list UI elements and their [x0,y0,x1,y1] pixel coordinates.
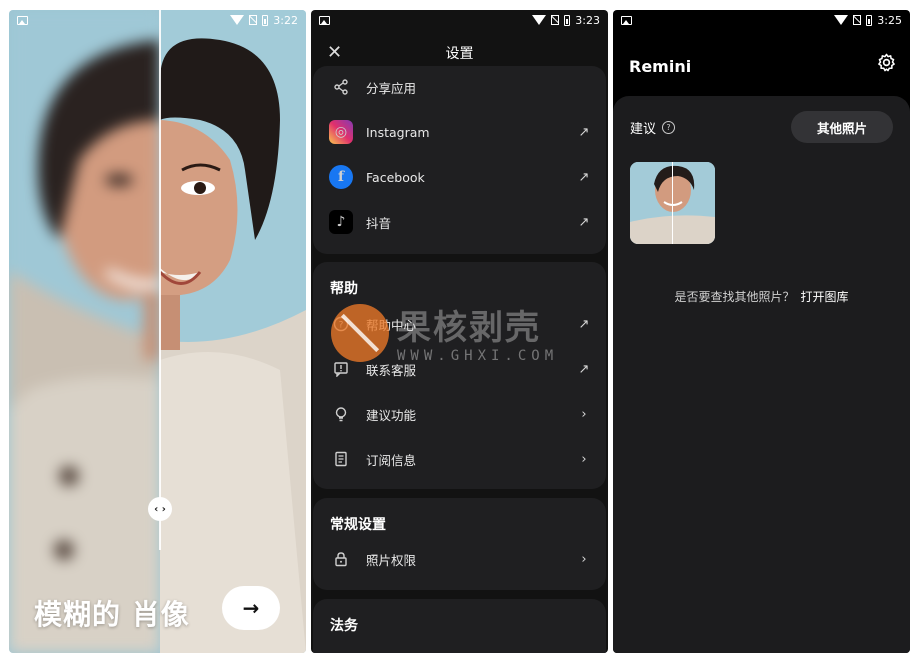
douyin-row[interactable]: ♪ 抖音 ↗ [329,207,590,237]
battery-icon [866,14,873,26]
suggest-feature-row[interactable]: 建议功能 › [329,399,590,429]
external-link-icon: ↗ [578,214,590,230]
home-screen: 3:25 Remini 建议 ? 其他照片 是否要查找其他照片？ 打开图库 [613,10,910,653]
wifi-icon [834,15,849,25]
status-bar: 3:22 [9,10,306,30]
help-center-row[interactable]: ? 帮助中心 ↗ [329,309,590,339]
settings-list[interactable]: 分享应用 ◎ Instagram ↗ f Facebook ↗ ♪ 抖音 ↗ 帮… [311,66,608,653]
compare-slider-handle[interactable]: ‹ › [148,497,172,521]
help-icon[interactable]: ? [662,121,676,134]
lock-icon [329,547,353,571]
instagram-row[interactable]: ◎ Instagram ↗ [329,117,590,147]
chevron-right-icon: › [581,551,587,567]
legal-section-title: 法务 [330,618,358,634]
close-icon[interactable]: ✕ [327,42,342,63]
external-link-icon: ↗ [578,124,590,140]
wifi-icon [532,15,547,25]
share-icon [329,75,353,99]
no-sim-icon [551,15,560,25]
battery-icon [564,14,571,26]
onboarding-screen: 3:22 ‹ › 模糊的 肖像 → [9,10,306,653]
photo-permission-row[interactable]: 照片权限 › [329,544,590,574]
gallery-notification-icon [621,15,632,25]
onboarding-title: 模糊的 肖像 [34,598,190,631]
suggestions-panel: 建议 ? 其他照片 是否要查找其他照片？ 打开图库 [613,96,910,653]
facebook-label: Facebook [366,169,425,185]
compare-divider [672,162,673,244]
suggest-feature-label: 建议功能 [366,407,417,423]
external-link-icon: ↗ [578,316,590,332]
contact-support-label: 联系客服 [366,362,417,378]
next-button[interactable]: → [222,586,280,630]
wifi-icon [230,15,245,25]
share-card: 分享应用 ◎ Instagram ↗ f Facebook ↗ ♪ 抖音 ↗ [313,66,606,254]
general-settings-card: 常规设置 照片权限 › [313,498,606,590]
other-photos-button[interactable]: 其他照片 [791,111,893,143]
douyin-label: 抖音 [366,215,392,231]
share-app-row[interactable]: 分享应用 [329,72,590,102]
status-bar: 3:25 [613,10,910,30]
lightbulb-icon [329,402,353,426]
facebook-icon: f [329,165,353,189]
contact-support-row[interactable]: 联系客服 ↗ [329,354,590,384]
status-time: 3:25 [877,13,902,27]
settings-screen: 3:23 ✕ 设置 分享应用 ◎ Instagram ↗ f Facebook … [311,10,608,653]
no-sim-icon [853,15,862,25]
app-brand: Remini [629,57,692,76]
feedback-icon [329,357,353,381]
sharpened-half [160,10,306,653]
battery-icon [262,14,269,26]
compare-divider [159,10,161,550]
app-header: Remini [613,30,910,96]
share-app-label: 分享应用 [366,80,417,96]
svg-text:?: ? [339,321,344,331]
no-sim-icon [249,15,258,25]
open-gallery-link[interactable]: 打开图库 [801,290,849,304]
suggestions-label: 建议 [630,122,657,137]
gallery-notification-icon [17,15,28,25]
help-center-label: 帮助中心 [366,317,417,333]
external-link-icon: ↗ [578,361,590,377]
page-title: 设置 [445,46,474,62]
find-more-prompt: 是否要查找其他照片？ 打开图库 [613,288,910,305]
gear-icon[interactable] [877,53,896,77]
question-circle-icon: ? [329,312,353,336]
external-link-icon: ↗ [578,169,590,185]
document-icon [329,447,353,471]
status-bar: 3:23 [311,10,608,30]
subscription-info-row[interactable]: 订阅信息 › [329,444,590,474]
general-section-title: 常规设置 [330,517,386,533]
suggestions-heading: 建议 ? [630,118,676,137]
legal-card: 法务 [313,599,606,653]
subscription-info-label: 订阅信息 [366,452,417,468]
instagram-icon: ◎ [329,120,353,144]
status-time: 3:22 [273,13,298,27]
suggested-photo-thumbnail[interactable] [630,162,715,244]
prompt-text: 是否要查找其他照片？ [674,290,795,304]
blurred-half [9,10,160,653]
help-card: 帮助 ? 帮助中心 ↗ 联系客服 ↗ 建议功能 › 订阅信息 › [313,262,606,489]
before-after-portrait: ‹ › [9,10,306,653]
help-section-title: 帮助 [330,281,358,297]
chevron-right-icon: › [581,451,587,467]
instagram-label: Instagram [366,124,430,140]
gallery-notification-icon [319,15,330,25]
facebook-row[interactable]: f Facebook ↗ [329,162,590,192]
status-time: 3:23 [575,13,600,27]
photo-permission-label: 照片权限 [366,552,417,568]
tiktok-icon: ♪ [329,210,353,234]
chevron-right-icon: › [581,406,587,422]
